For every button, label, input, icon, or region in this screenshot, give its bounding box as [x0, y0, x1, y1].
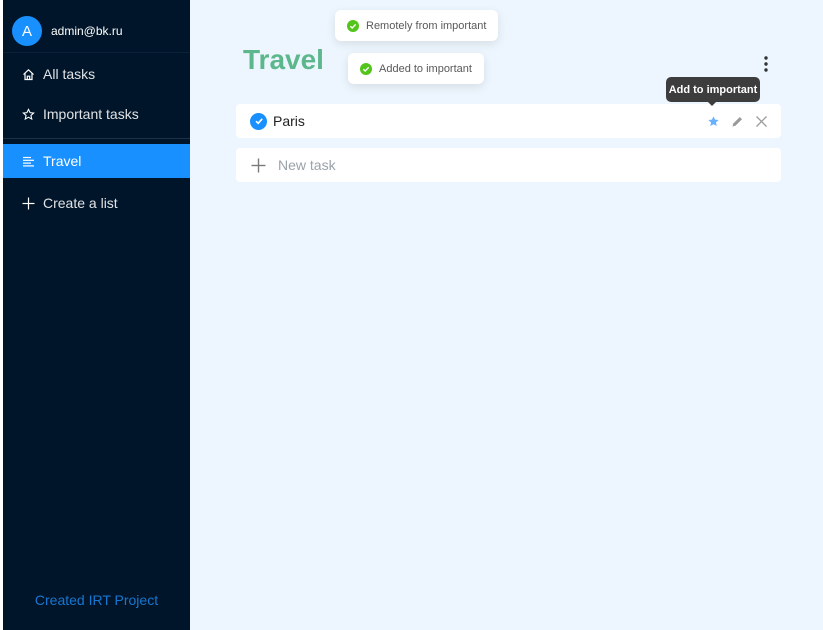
- notification-text: Added to important: [379, 62, 472, 75]
- notification-toast: Added to important: [348, 53, 484, 84]
- new-task-input[interactable]: [278, 157, 758, 173]
- task-actions: [706, 104, 769, 138]
- task-title: Paris: [273, 113, 305, 129]
- delete-task-button[interactable]: [754, 114, 769, 129]
- plus-icon: [21, 196, 36, 211]
- more-vertical-icon: [764, 56, 768, 72]
- sidebar: A admin@bk.ru All tasks Important tasks …: [3, 0, 190, 630]
- important-star-button[interactable]: [706, 114, 721, 129]
- task-complete-checkbox[interactable]: [250, 112, 267, 130]
- plus-icon: [250, 157, 266, 173]
- check-circle-icon: [360, 62, 372, 75]
- divider: [3, 52, 190, 53]
- home-icon: [21, 67, 36, 82]
- more-options-button[interactable]: [756, 52, 776, 76]
- edit-task-button[interactable]: [730, 114, 745, 129]
- star-outline-icon: [21, 107, 36, 122]
- user-email: admin@bk.ru: [51, 24, 123, 38]
- sidebar-item-label: Travel: [43, 153, 82, 169]
- new-task-row[interactable]: [236, 148, 781, 182]
- notification-text: Remotely from important: [366, 19, 487, 32]
- sidebar-item-label: Create a list: [43, 195, 118, 211]
- page-title: Travel: [243, 44, 324, 75]
- task-row[interactable]: Paris: [236, 104, 781, 138]
- divider: [3, 138, 190, 139]
- avatar[interactable]: A: [12, 16, 42, 46]
- user-profile[interactable]: A admin@bk.ru: [12, 15, 123, 47]
- tooltip-arrow: [707, 101, 717, 106]
- footer-text: Created IRT Project: [34, 592, 159, 608]
- sidebar-item-all-tasks[interactable]: All tasks: [3, 57, 190, 91]
- notification-toast: Remotely from important: [335, 10, 499, 41]
- sidebar-item-travel[interactable]: Travel: [3, 144, 190, 178]
- tooltip: Add to important: [666, 77, 760, 102]
- check-circle-icon: [347, 19, 359, 32]
- check-icon: [254, 118, 263, 125]
- create-list-button[interactable]: Create a list: [3, 186, 190, 220]
- sidebar-item-label: Important tasks: [43, 106, 139, 122]
- list-icon: [21, 154, 36, 169]
- close-icon: [756, 115, 767, 127]
- sidebar-item-label: All tasks: [43, 66, 96, 82]
- sidebar-item-important-tasks[interactable]: Important tasks: [3, 97, 190, 131]
- pencil-icon: [732, 116, 742, 126]
- star-icon: [708, 115, 719, 126]
